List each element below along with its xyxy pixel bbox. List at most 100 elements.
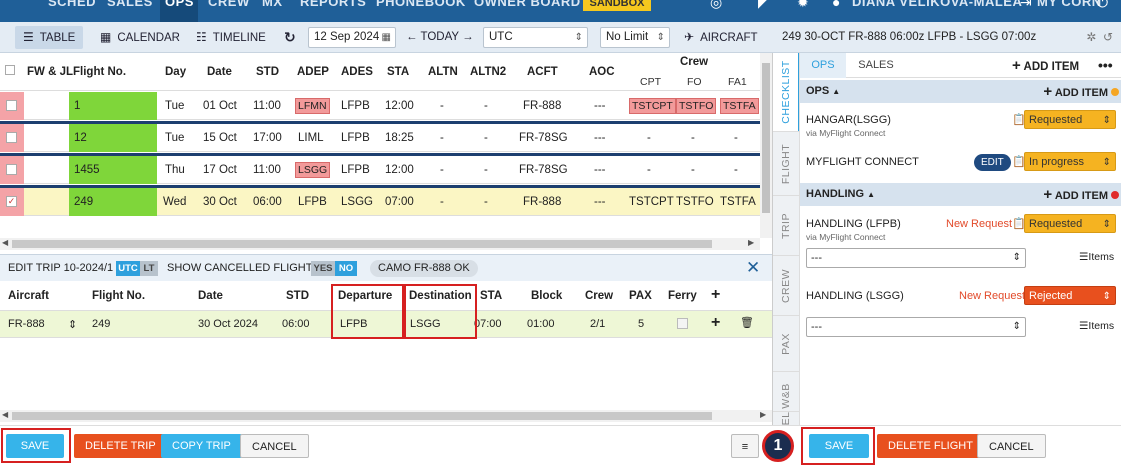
handling-lsgg-new-request-link[interactable]: New Request bbox=[959, 290, 1025, 302]
handling-lsgg-status-select[interactable]: Rejected ⇕ bbox=[1024, 286, 1116, 305]
limit-select[interactable]: No Limit ⇕ bbox=[600, 27, 670, 48]
col-std[interactable]: STD bbox=[256, 66, 279, 78]
myflight-status-select[interactable]: In progress ⇕ bbox=[1024, 152, 1116, 171]
scroll-right-icon[interactable]: ▶ bbox=[760, 410, 766, 419]
row-checkbox[interactable] bbox=[6, 164, 17, 175]
select-all-checkbox[interactable] bbox=[5, 65, 15, 75]
col-fo[interactable]: FO bbox=[687, 76, 702, 88]
handling-lfpb-status-select[interactable]: Requested ⇕ bbox=[1024, 214, 1116, 233]
nav-my-corn[interactable]: MY CORN bbox=[1037, 0, 1102, 9]
hangar-status-select[interactable]: Requested ⇕ bbox=[1024, 110, 1116, 129]
adep-cell-warning[interactable]: LFMN bbox=[295, 98, 330, 114]
leg-aircraft[interactable]: FR-888 bbox=[8, 318, 45, 330]
flights-vertical-scrollbar[interactable] bbox=[760, 53, 772, 238]
phone-icon[interactable]: ◤ bbox=[758, 0, 769, 11]
nav-reports[interactable]: REPORTS bbox=[300, 0, 366, 9]
tab-pax[interactable]: PAX bbox=[773, 315, 800, 371]
flight-number-cell[interactable]: 1455 bbox=[69, 156, 157, 184]
delete-trip-button[interactable]: DELETE TRIP bbox=[74, 434, 167, 458]
settings-icon[interactable]: ✲ bbox=[1086, 30, 1096, 44]
leg-block[interactable]: 01:00 bbox=[527, 318, 555, 330]
trash-icon[interactable]: 🗑 bbox=[740, 316, 754, 329]
col-acft[interactable]: ACFT bbox=[527, 66, 558, 78]
leg-sta[interactable]: 07:00 bbox=[474, 318, 502, 330]
tab-trip[interactable]: TRIP bbox=[773, 195, 800, 255]
nav-crew[interactable]: CREW bbox=[208, 0, 250, 9]
col-aoc[interactable]: AOC bbox=[589, 66, 615, 78]
flight-row[interactable]: 12 Tue 15 Oct 17:00 LIML LFPB 18:25 - - … bbox=[0, 124, 760, 152]
scroll-thumb[interactable] bbox=[12, 412, 712, 420]
flights-horizontal-scrollbar[interactable]: ◀ ▶ bbox=[0, 238, 760, 250]
flight-number-cell[interactable]: 1 bbox=[69, 92, 157, 120]
tab-ops[interactable]: OPS bbox=[800, 53, 846, 78]
adep-cell-warning[interactable]: LSGG bbox=[295, 162, 331, 178]
handling-lsgg-items-button[interactable]: ☰Items bbox=[1079, 320, 1114, 332]
col-fa1[interactable]: FA1 bbox=[728, 76, 747, 88]
flight-row[interactable]: 1 Tue 01 Oct 11:00 LFMN LFPB 12:00 - - F… bbox=[0, 92, 760, 120]
aircraft-filter-button[interactable]: ✈ AIRCRAFT bbox=[676, 26, 766, 49]
tab-checklist[interactable]: CHECKLIST bbox=[773, 53, 800, 131]
nav-ops[interactable]: OPS bbox=[165, 0, 194, 9]
tab-sales[interactable]: SALES bbox=[846, 53, 906, 78]
scroll-right-icon[interactable]: ▶ bbox=[748, 238, 754, 247]
handling-lfpb-new-request-link[interactable]: New Request bbox=[946, 218, 1012, 230]
fo-cell-warning[interactable]: TSTFO bbox=[676, 98, 717, 114]
col-adep[interactable]: ADEP bbox=[297, 66, 329, 78]
col-sta[interactable]: STA bbox=[387, 66, 409, 78]
menu-icon[interactable]: ≡ bbox=[731, 434, 759, 458]
today-button[interactable]: ← TODAY → bbox=[398, 26, 482, 49]
leg-std[interactable]: 06:00 bbox=[282, 318, 310, 330]
leg-pax[interactable]: 5 bbox=[638, 318, 644, 330]
col-date[interactable]: Date bbox=[207, 66, 232, 78]
copy-trip-button[interactable]: COPY TRIP bbox=[161, 434, 242, 458]
col-cpt[interactable]: CPT bbox=[640, 76, 661, 88]
gear-icon[interactable]: ✹ bbox=[797, 0, 809, 11]
scroll-thumb[interactable] bbox=[762, 63, 770, 213]
ferry-checkbox[interactable] bbox=[677, 318, 688, 329]
fa1-cell-warning[interactable]: TSTFA bbox=[720, 98, 759, 114]
history-icon[interactable]: ↺ bbox=[1103, 30, 1113, 44]
handling-lfpb-provider-select[interactable]: --- ⇕ bbox=[806, 248, 1026, 268]
yes-toggle[interactable]: YES bbox=[311, 261, 335, 276]
col-altn[interactable]: ALTN bbox=[428, 66, 458, 78]
col-day[interactable]: Day bbox=[165, 66, 186, 78]
scroll-left-icon[interactable]: ◀ bbox=[2, 410, 8, 419]
add-item-button[interactable]: + ADD ITEM bbox=[1012, 53, 1079, 80]
handling-lfpb-items-button[interactable]: ☰Items bbox=[1079, 251, 1114, 263]
flight-row[interactable]: 1455 Thu 17 Oct 11:00 LSGG LFPB 12:00 - … bbox=[0, 156, 760, 184]
col-altn2[interactable]: ALTN2 bbox=[470, 66, 506, 78]
globe-icon[interactable]: ◎ bbox=[710, 0, 722, 11]
scroll-thumb[interactable] bbox=[12, 240, 712, 248]
flight-number-cell[interactable]: 12 bbox=[69, 124, 157, 152]
handling-add-item-button[interactable]: + ADD ITEM bbox=[1043, 183, 1108, 208]
logout-icon[interactable]: ⇥ bbox=[1020, 0, 1032, 11]
nav-mx[interactable]: MX bbox=[262, 0, 283, 9]
add-leg-icon[interactable]: + bbox=[711, 314, 720, 332]
flight-row-selected[interactable]: ✓ 249 Wed 30 Oct 06:00 LFPB LSGG 07:00 -… bbox=[0, 188, 760, 216]
user-name[interactable]: DIANA VELIKOVA-MALEA bbox=[852, 0, 1022, 9]
col-fwjl[interactable]: FW & JL bbox=[27, 66, 73, 78]
tab-wb[interactable]: W&B bbox=[773, 371, 800, 411]
power-icon[interactable]: ⏻ bbox=[1097, 0, 1108, 11]
tab-fuel[interactable]: FUEL bbox=[773, 411, 800, 425]
close-icon[interactable]: ✕ bbox=[746, 258, 760, 278]
utc-toggle[interactable]: UTC bbox=[116, 261, 140, 276]
timeline-view-button[interactable]: ☷ TIMELINE bbox=[188, 26, 274, 49]
nav-sched[interactable]: SCHED bbox=[48, 0, 96, 9]
myflight-edit-button[interactable]: EDIT bbox=[974, 154, 1011, 171]
nav-owner-board[interactable]: OWNER BOARD bbox=[474, 0, 581, 9]
lt-toggle[interactable]: LT bbox=[140, 261, 158, 276]
row-checkbox[interactable] bbox=[6, 132, 17, 143]
refresh-icon[interactable]: ↻ bbox=[276, 26, 304, 49]
sort-arrows-icon[interactable]: ⇕ bbox=[68, 318, 77, 331]
nav-sales[interactable]: SALES bbox=[107, 0, 153, 9]
col-flight-no[interactable]: Flight No. bbox=[73, 66, 126, 78]
cpt-cell-warning[interactable]: TSTCPT bbox=[629, 98, 676, 114]
add-leg-icon[interactable]: + bbox=[711, 286, 720, 304]
tab-flight[interactable]: FLIGHT bbox=[773, 131, 800, 195]
col-ades[interactable]: ADES bbox=[341, 66, 373, 78]
section-ops[interactable]: OPS ▲ + ADD ITEM bbox=[800, 80, 1121, 103]
row-checkbox-checked[interactable]: ✓ bbox=[6, 196, 17, 207]
cancel-trip-button[interactable]: CANCEL bbox=[240, 434, 309, 458]
leg-flight-no[interactable]: 249 bbox=[92, 318, 110, 330]
